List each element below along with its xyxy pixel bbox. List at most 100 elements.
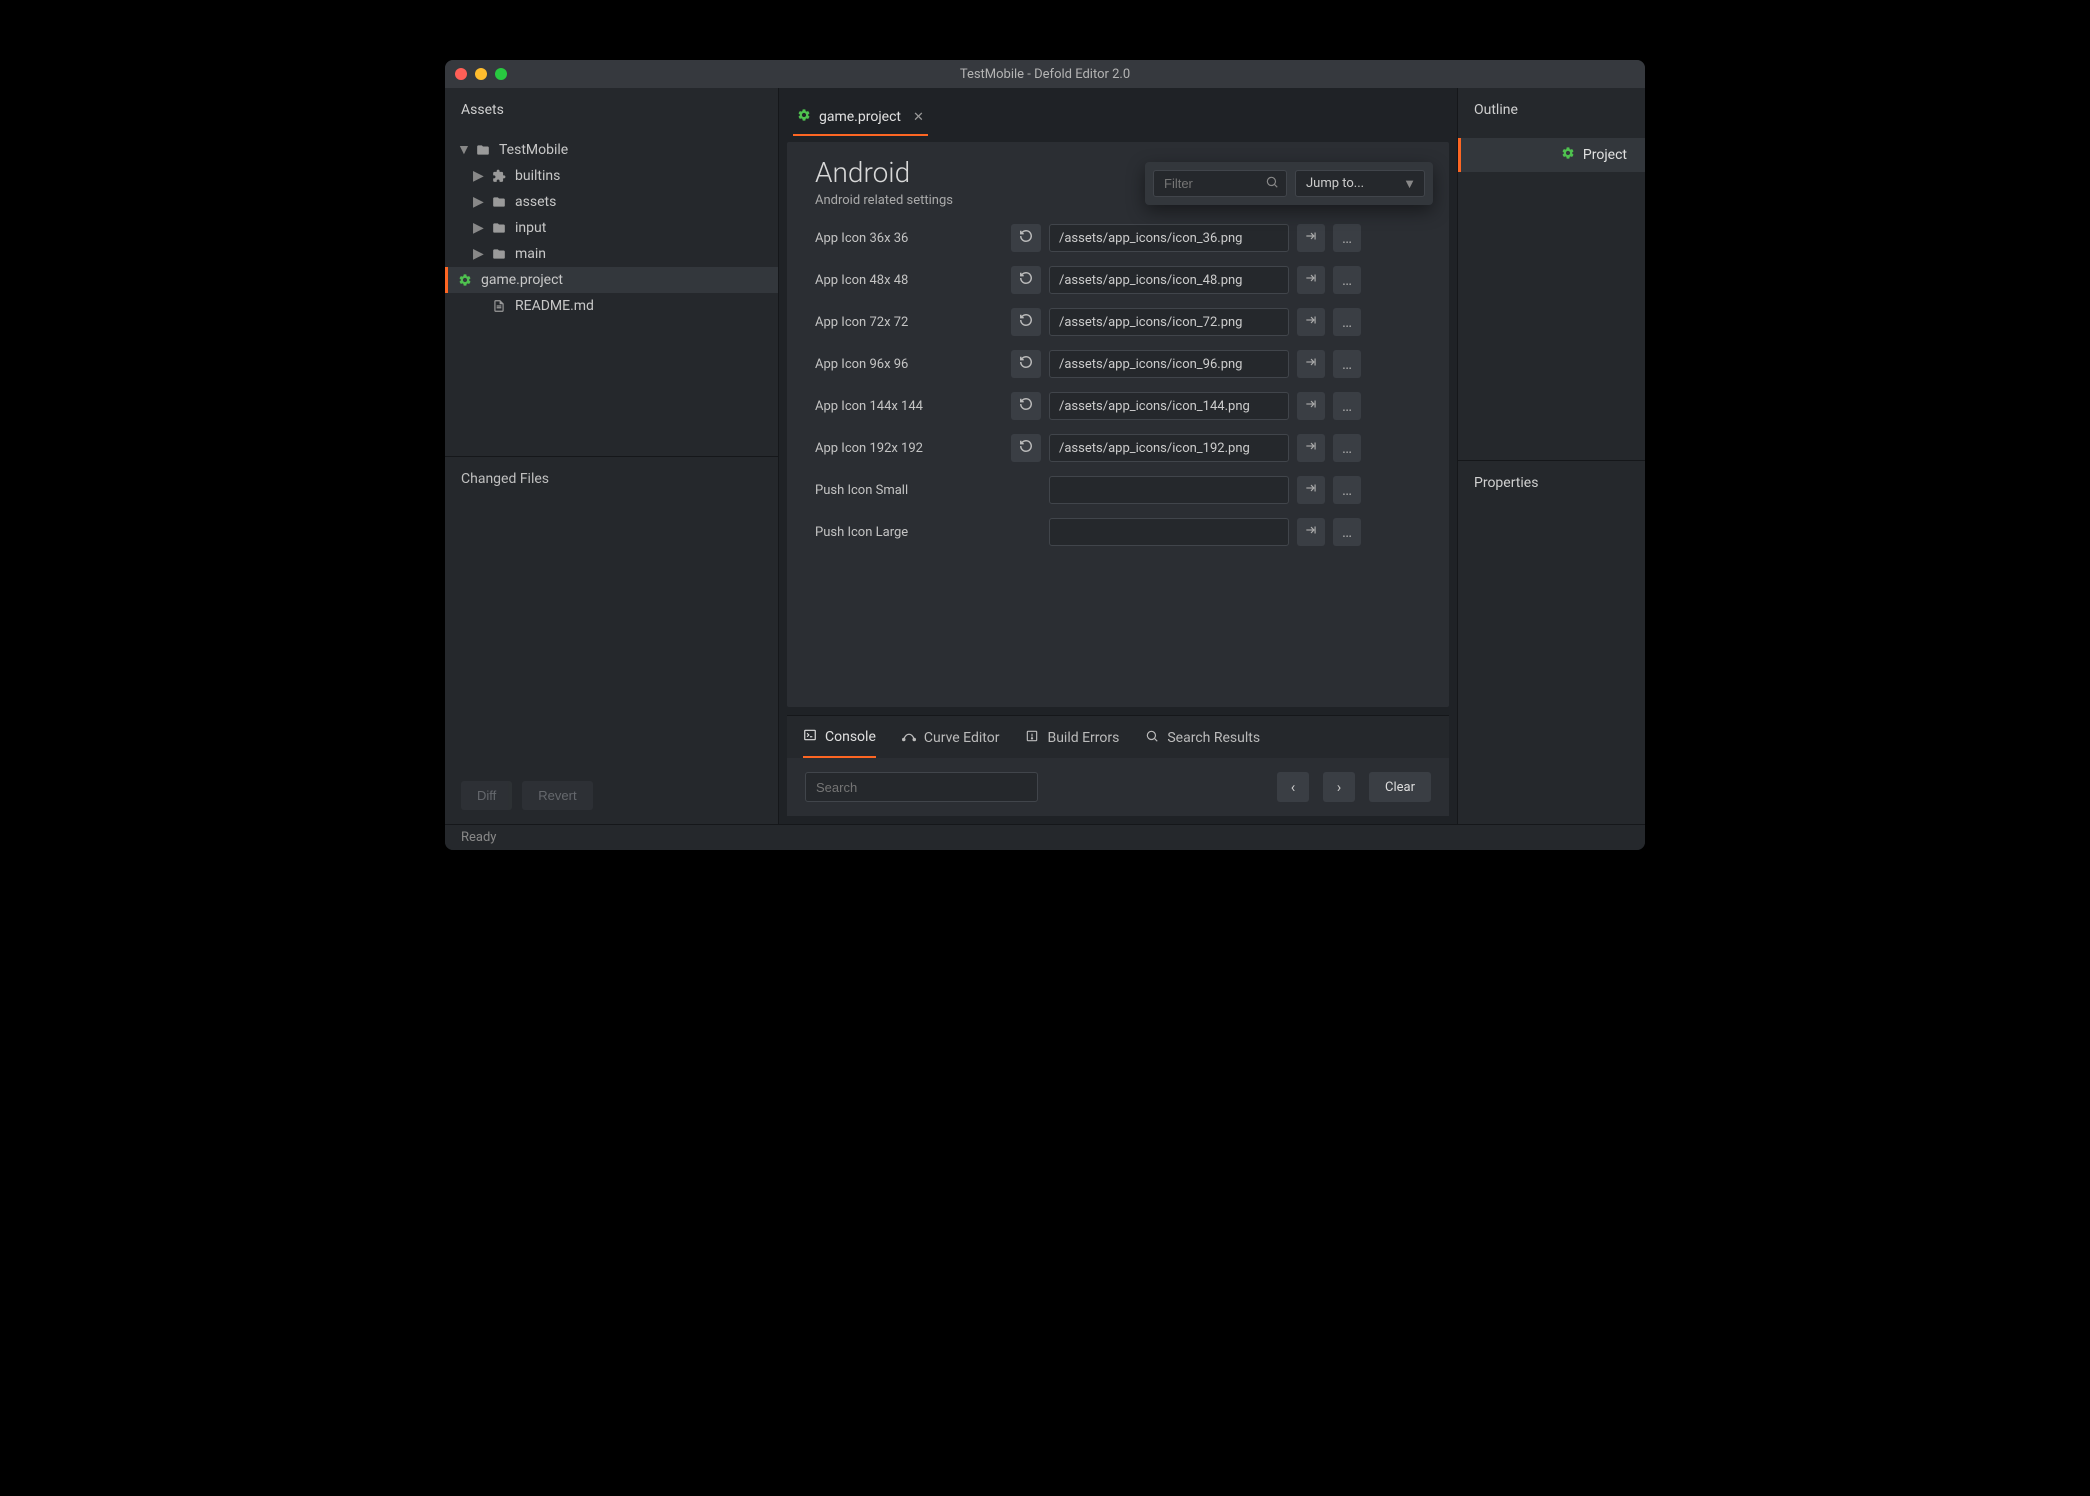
setting-label: App Icon 192x 192 bbox=[815, 441, 1003, 456]
browse-button[interactable]: … bbox=[1333, 224, 1361, 252]
tab-console[interactable]: Console bbox=[803, 728, 876, 758]
tree-file-readme[interactable]: README.md bbox=[445, 293, 778, 319]
diff-button[interactable]: Diff bbox=[461, 781, 512, 810]
goto-button[interactable] bbox=[1297, 266, 1325, 294]
reset-button[interactable] bbox=[1011, 224, 1041, 252]
caret-right-icon: ▶ bbox=[473, 220, 483, 236]
goto-button[interactable] bbox=[1297, 476, 1325, 504]
filter-box: Jump to... ▼ bbox=[1145, 162, 1433, 205]
reset-button[interactable] bbox=[1011, 350, 1041, 378]
ellipsis-icon: … bbox=[1342, 397, 1352, 415]
folder-icon bbox=[475, 143, 491, 157]
goto-icon bbox=[1304, 397, 1318, 415]
jumpto-label: Jump to... bbox=[1306, 176, 1364, 191]
tab-label: Search Results bbox=[1167, 730, 1260, 746]
browse-button[interactable]: … bbox=[1333, 266, 1361, 294]
reset-button[interactable] bbox=[1011, 266, 1041, 294]
path-input[interactable] bbox=[1049, 224, 1289, 252]
goto-button[interactable] bbox=[1297, 434, 1325, 462]
caret-down-icon: ▼ bbox=[457, 141, 467, 158]
tree-file-game-project[interactable]: game.project bbox=[445, 267, 778, 293]
prev-button[interactable]: ‹ bbox=[1277, 772, 1309, 802]
caret-right-icon: ▶ bbox=[473, 194, 483, 210]
ellipsis-icon: … bbox=[1342, 229, 1352, 247]
setting-label: App Icon 96x 96 bbox=[815, 357, 1003, 372]
search-icon bbox=[1145, 729, 1159, 747]
outline-item-label: Project bbox=[1583, 147, 1627, 163]
goto-icon bbox=[1304, 313, 1318, 331]
close-icon[interactable] bbox=[455, 68, 467, 80]
ellipsis-icon: … bbox=[1342, 271, 1352, 289]
goto-button[interactable] bbox=[1297, 224, 1325, 252]
tab-game-project[interactable]: game.project ✕ bbox=[793, 100, 928, 136]
path-input[interactable] bbox=[1049, 434, 1289, 462]
path-input[interactable] bbox=[1049, 266, 1289, 294]
undo-icon bbox=[1019, 229, 1033, 247]
tab-label: Build Errors bbox=[1047, 730, 1119, 746]
goto-button[interactable] bbox=[1297, 392, 1325, 420]
reset-button[interactable] bbox=[1011, 308, 1041, 336]
next-button[interactable]: › bbox=[1323, 772, 1355, 802]
error-icon bbox=[1025, 729, 1039, 747]
tree-folder[interactable]: ▶ assets bbox=[445, 189, 778, 215]
tab-curve-editor[interactable]: Curve Editor bbox=[902, 728, 1000, 758]
reset-button[interactable] bbox=[1011, 392, 1041, 420]
right-panel: Outline Project Properties bbox=[1457, 88, 1645, 824]
reset-button[interactable] bbox=[1011, 434, 1041, 462]
titlebar: TestMobile - Defold Editor 2.0 bbox=[445, 60, 1645, 88]
setting-label: Push Icon Large bbox=[815, 525, 1003, 540]
tree-folder[interactable]: ▶ input bbox=[445, 215, 778, 241]
goto-button[interactable] bbox=[1297, 350, 1325, 378]
goto-button[interactable] bbox=[1297, 518, 1325, 546]
gear-icon bbox=[457, 273, 473, 287]
console-search-input[interactable] bbox=[805, 772, 1038, 802]
goto-button[interactable] bbox=[1297, 308, 1325, 336]
close-icon[interactable]: ✕ bbox=[913, 110, 924, 125]
browse-button[interactable]: … bbox=[1333, 308, 1361, 336]
browse-button[interactable]: … bbox=[1333, 434, 1361, 462]
maximize-icon[interactable] bbox=[495, 68, 507, 80]
path-input[interactable] bbox=[1049, 350, 1289, 378]
tab-label: game.project bbox=[819, 109, 901, 125]
folder-icon bbox=[491, 221, 507, 235]
setting-row: App Icon 144x 144… bbox=[815, 392, 1421, 420]
browse-button[interactable]: … bbox=[1333, 392, 1361, 420]
ellipsis-icon: … bbox=[1342, 523, 1352, 541]
chevron-left-icon: ‹ bbox=[1291, 778, 1296, 796]
tree-root[interactable]: ▼ TestMobile bbox=[445, 136, 778, 163]
revert-button[interactable]: Revert bbox=[522, 781, 592, 810]
browse-button[interactable]: … bbox=[1333, 518, 1361, 546]
ellipsis-icon: … bbox=[1342, 481, 1352, 499]
tab-search-results[interactable]: Search Results bbox=[1145, 728, 1260, 758]
undo-icon bbox=[1019, 439, 1033, 457]
tree-item-label: game.project bbox=[481, 272, 563, 288]
minimize-icon[interactable] bbox=[475, 68, 487, 80]
path-input[interactable] bbox=[1049, 518, 1289, 546]
assets-tree: ▼ TestMobile ▶ builtins ▶ bbox=[445, 132, 778, 456]
bottom-tab-bar: Console Curve Editor Build Errors Search… bbox=[787, 715, 1449, 758]
outline-body: Project bbox=[1458, 132, 1645, 460]
outline-item-project[interactable]: Project bbox=[1458, 138, 1645, 172]
path-input[interactable] bbox=[1049, 308, 1289, 336]
goto-icon bbox=[1304, 271, 1318, 289]
path-input[interactable] bbox=[1049, 476, 1289, 504]
curve-icon bbox=[902, 729, 916, 747]
setting-label: App Icon 72x 72 bbox=[815, 315, 1003, 330]
tree-item-label: builtins bbox=[515, 168, 560, 184]
browse-button[interactable]: … bbox=[1333, 350, 1361, 378]
tab-build-errors[interactable]: Build Errors bbox=[1025, 728, 1119, 758]
setting-row: App Icon 36x 36… bbox=[815, 224, 1421, 252]
browse-button[interactable]: … bbox=[1333, 476, 1361, 504]
setting-row: App Icon 72x 72 … bbox=[815, 308, 1421, 336]
tab-label: Curve Editor bbox=[924, 730, 1000, 746]
jumpto-dropdown[interactable]: Jump to... ▼ bbox=[1295, 170, 1425, 197]
clear-label: Clear bbox=[1385, 780, 1415, 795]
changed-files-body bbox=[445, 501, 778, 781]
caret-right-icon: ▶ bbox=[473, 246, 483, 262]
tree-folder[interactable]: ▶ main bbox=[445, 241, 778, 267]
clear-button[interactable]: Clear bbox=[1369, 772, 1431, 802]
path-input[interactable] bbox=[1049, 392, 1289, 420]
undo-icon bbox=[1019, 271, 1033, 289]
tree-folder[interactable]: ▶ builtins bbox=[445, 163, 778, 189]
editor-body: Android Android related settings Jump to… bbox=[787, 142, 1449, 707]
